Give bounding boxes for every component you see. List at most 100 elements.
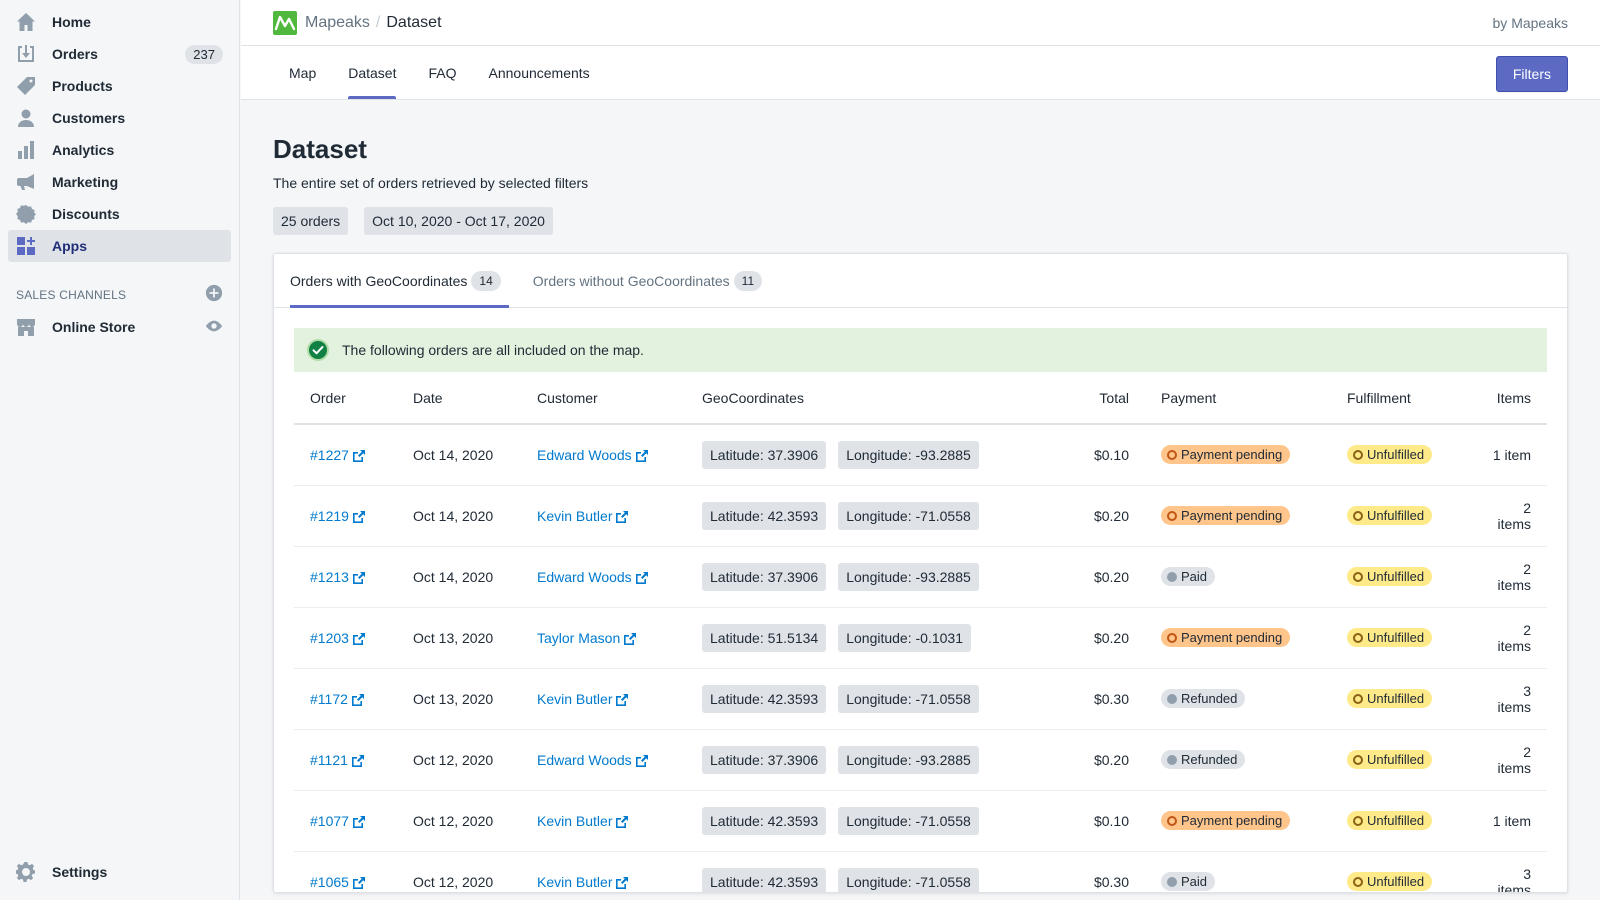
order-number: #1172 (310, 690, 348, 707)
order-number: #1213 (310, 568, 349, 585)
col-items[interactable]: Items (1471, 372, 1547, 425)
customer-link[interactable]: Kevin Butler (537, 874, 629, 890)
customer-link[interactable]: Edward Woods (537, 447, 648, 463)
sidebar-item-label: Customers (52, 110, 126, 126)
sidebar-item-customers[interactable]: Customers (8, 102, 231, 134)
sidebar-item-home[interactable]: Home (8, 6, 231, 38)
col-customer[interactable]: Customer (521, 372, 686, 425)
home-icon (16, 12, 36, 32)
order-link[interactable]: #1227 (310, 447, 365, 463)
longitude-tag: Longitude: -93.2885 (838, 562, 979, 591)
customer-link[interactable]: Edward Woods (537, 752, 648, 768)
latitude-tag: Latitude: 37.3906 (702, 745, 827, 774)
sidebar-nav: Home Orders 237 Products Customers Analy… (0, 0, 239, 262)
geo-cell: Latitude: 37.3906 Longitude: -93.2885 (686, 546, 1075, 608)
sidebar-item-products[interactable]: Products (8, 70, 231, 102)
tab-orders-without-geo[interactable]: Orders without GeoCoordinates 11 (525, 254, 770, 307)
status-dot-icon (1353, 449, 1363, 460)
total-cell: $0.30 (1075, 668, 1145, 730)
person-icon (16, 108, 36, 128)
breadcrumb-app[interactable]: Mapeaks (305, 14, 370, 32)
order-link[interactable]: #1203 (310, 630, 365, 646)
status-dot-icon (1353, 510, 1363, 521)
payment-cell: Payment pending (1145, 485, 1331, 547)
table-row: #1227 Oct 14, 2020 Edward Woods Latitude… (294, 424, 1547, 486)
latitude-tag: Latitude: 42.3593 (702, 501, 827, 530)
order-link[interactable]: #1219 (310, 508, 365, 524)
order-number: #1227 (310, 446, 349, 463)
tab-faq[interactable]: FAQ (412, 46, 472, 99)
status-dot-icon (1353, 693, 1363, 704)
date-cell: Oct 14, 2020 (397, 485, 521, 547)
sidebar-item-settings[interactable]: Settings (8, 856, 231, 888)
sidebar-item-label: Apps (52, 238, 87, 254)
sidebar-item-online-store[interactable]: Online Store (8, 311, 231, 343)
col-date[interactable]: Date (397, 372, 521, 425)
sidebar-item-apps[interactable]: Apps (8, 230, 231, 262)
sidebar-item-discounts[interactable]: Discounts (8, 198, 231, 230)
col-total[interactable]: Total (1075, 372, 1145, 425)
order-link[interactable]: #1213 (310, 569, 365, 585)
payment-status-label: Paid (1181, 874, 1208, 889)
geo-cell: Latitude: 42.3593 Longitude: -71.0558 (686, 668, 1075, 730)
tab-announcements[interactable]: Announcements (473, 46, 606, 99)
order-link[interactable]: #1121 (310, 752, 364, 768)
order-link[interactable]: #1065 (310, 874, 365, 890)
sidebar-item-marketing[interactable]: Marketing (8, 166, 231, 198)
items-cell: 2 items (1471, 546, 1547, 608)
order-number: #1203 (310, 629, 349, 646)
eye-icon[interactable] (205, 317, 223, 338)
fulfillment-status-badge: Unfulfilled (1347, 689, 1433, 708)
sidebar-item-orders[interactable]: Orders 237 (8, 38, 231, 70)
sidebar-item-analytics[interactable]: Analytics (8, 134, 231, 166)
status-dot-icon (1353, 815, 1363, 826)
fulfillment-status-badge: Unfulfilled (1347, 811, 1433, 830)
customer-cell: Taylor Mason (521, 607, 686, 669)
summary-chips: 25 orders Oct 10, 2020 - Oct 17, 2020 (273, 207, 1568, 235)
customer-link[interactable]: Kevin Butler (537, 508, 629, 524)
customer-name: Kevin Butler (537, 690, 613, 707)
col-payment[interactable]: Payment (1145, 372, 1331, 425)
customer-link[interactable]: Edward Woods (537, 569, 648, 585)
items-cell: 3 items (1471, 668, 1547, 730)
order-link[interactable]: #1172 (310, 691, 364, 707)
customer-link[interactable]: Kevin Butler (537, 813, 629, 829)
main-area: Mapeaks / Dataset by Mapeaks Map Dataset… (241, 0, 1600, 900)
order-cell: #1219 (294, 485, 397, 547)
longitude-tag: Longitude: -93.2885 (838, 440, 979, 469)
total-cell: $0.20 (1075, 729, 1145, 791)
total-cell: $0.30 (1075, 851, 1145, 892)
table-row: #1219 Oct 14, 2020 Kevin Butler Latitude… (294, 485, 1547, 547)
customer-link[interactable]: Taylor Mason (537, 630, 637, 646)
latitude-tag: Latitude: 37.3906 (702, 562, 827, 591)
sales-channels-header: SALES CHANNELS (16, 284, 223, 305)
table-row: #1077 Oct 12, 2020 Kevin Butler Latitude… (294, 790, 1547, 852)
tab-map[interactable]: Map (273, 46, 332, 99)
table-row: #1213 Oct 14, 2020 Edward Woods Latitude… (294, 546, 1547, 608)
col-order[interactable]: Order (294, 372, 397, 425)
breadcrumb-separator: / (375, 13, 381, 31)
table-row: #1121 Oct 12, 2020 Edward Woods Latitude… (294, 729, 1547, 791)
tab-label: Orders without GeoCoordinates (532, 272, 730, 289)
table-row: #1172 Oct 13, 2020 Kevin Butler Latitude… (294, 668, 1547, 730)
tab-count-badge: 14 (471, 270, 501, 291)
order-link[interactable]: #1077 (310, 813, 365, 829)
payment-status-label: Payment pending (1181, 508, 1283, 523)
customer-link[interactable]: Kevin Butler (537, 690, 629, 707)
col-geocoordinates[interactable]: GeoCoordinates (686, 372, 1075, 425)
order-cell: #1227 (294, 424, 397, 486)
fulfillment-status-label: Unfulfilled (1367, 874, 1425, 889)
sidebar-item-label: Discounts (52, 206, 120, 222)
total-cell: $0.20 (1075, 485, 1145, 547)
geo-tabs: Orders with GeoCoordinates 14 Orders wit… (274, 254, 1567, 308)
filters-button[interactable]: Filters (1495, 56, 1568, 92)
tab-orders-with-geo[interactable]: Orders with GeoCoordinates 14 (282, 254, 509, 308)
tab-label: Dataset (348, 64, 397, 81)
date-cell: Oct 13, 2020 (397, 607, 521, 669)
payment-status-badge: Payment pending (1161, 506, 1291, 525)
payment-cell: Payment pending (1145, 790, 1331, 852)
add-channel-icon[interactable] (205, 284, 223, 305)
external-link-icon (352, 815, 365, 828)
col-fulfillment[interactable]: Fulfillment (1331, 372, 1471, 425)
tab-dataset[interactable]: Dataset (332, 46, 412, 99)
